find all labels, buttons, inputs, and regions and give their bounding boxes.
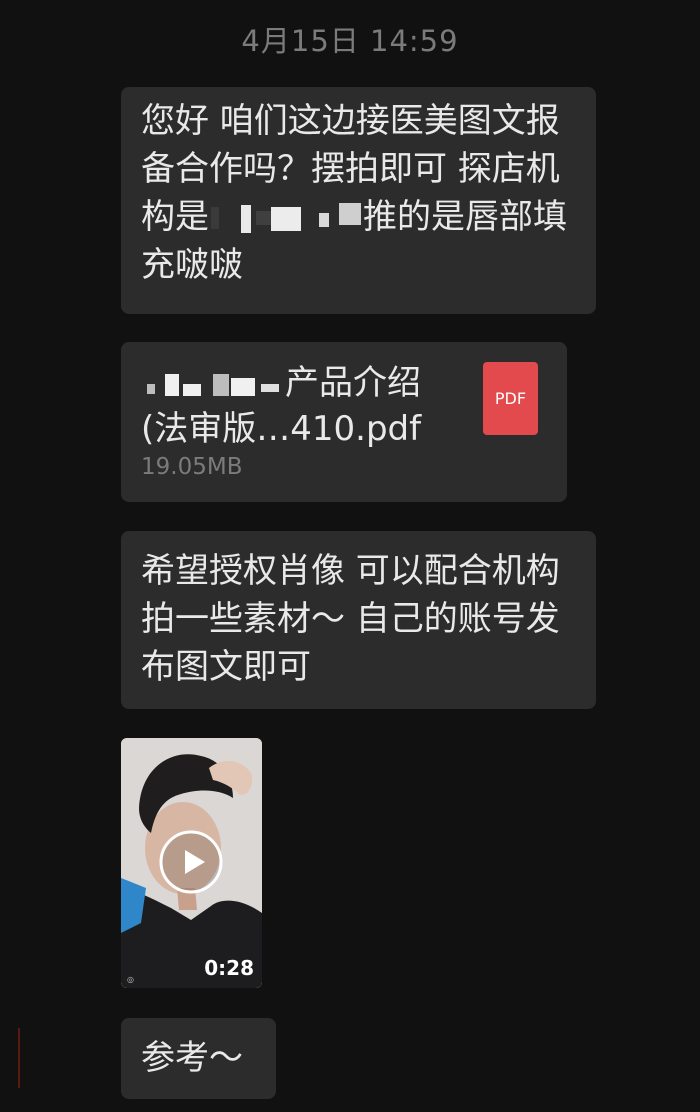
redacted-mosaic xyxy=(211,201,361,237)
screen-edge-mark xyxy=(18,1028,20,1088)
message-bubble-3[interactable]: 希望授权肖像 可以配合机构拍一些素材～ 自己的账号发布图文即可 xyxy=(121,531,596,709)
message-timestamp: 4月15日 14:59 xyxy=(241,24,459,58)
message-text-3: 希望授权肖像 可以配合机构拍一些素材～ 自己的账号发布图文即可 xyxy=(141,551,560,687)
message-text-1: 您好 咱们这边接医美图文报备合作吗？摆拍即可 探店机构是 推的是唇部填充啵啵 xyxy=(121,87,596,299)
redacted-mosaic xyxy=(143,370,283,400)
video-watermark-logo: ◎ xyxy=(127,975,134,984)
file-name: 产品介绍 (法审版…410.pdf xyxy=(141,360,471,452)
file-name-part1: 产品介绍 xyxy=(285,363,421,403)
pdf-icon-label: PDF xyxy=(494,389,527,408)
video-message-thumbnail[interactable]: ◎ 0:28 xyxy=(121,738,262,988)
file-size: 19.05MB xyxy=(141,454,243,480)
file-message-bubble[interactable]: 产品介绍 (法审版…410.pdf 19.05MB PDF xyxy=(121,342,567,502)
pdf-icon: PDF xyxy=(483,362,538,435)
file-name-part2: (法审版…410.pdf xyxy=(141,409,422,449)
message-bubble-5[interactable]: 参考～ xyxy=(121,1018,276,1099)
play-icon[interactable] xyxy=(159,830,223,894)
video-duration: 0:28 xyxy=(204,956,254,980)
message-text-5: 参考～ xyxy=(141,1038,243,1078)
message-bubble-1[interactable]: 您好 咱们这边接医美图文报备合作吗？摆拍即可 探店机构是 推的是唇部填充啵啵 xyxy=(121,87,596,314)
